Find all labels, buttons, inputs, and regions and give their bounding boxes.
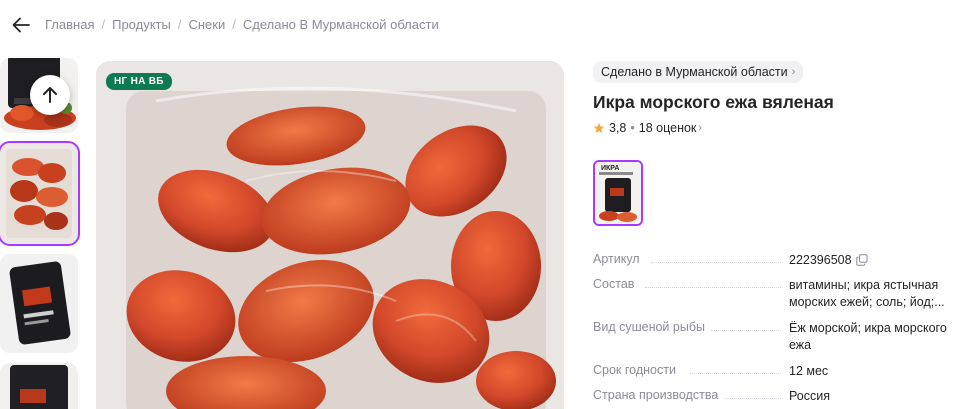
variant-thumb[interactable]: ИКРА bbox=[593, 160, 643, 226]
spec-label: Срок годности bbox=[593, 363, 676, 377]
star-icon bbox=[593, 123, 605, 133]
spec-leader bbox=[651, 262, 781, 263]
rating-separator: • bbox=[630, 121, 635, 135]
reviews-link[interactable]: 18 оценок › bbox=[639, 121, 702, 135]
spec-leader bbox=[645, 287, 781, 288]
brand-link[interactable]: Сделано в Мурманской области › bbox=[593, 61, 804, 83]
spec-label: Страна производства bbox=[593, 388, 719, 402]
spec-label: Артикул bbox=[593, 252, 640, 266]
spec-value: Россия bbox=[789, 389, 830, 403]
breadcrumb-item-snacks[interactable]: Снеки bbox=[188, 17, 225, 32]
thumb-image bbox=[0, 143, 78, 244]
chevron-right-icon: › bbox=[698, 122, 703, 134]
article-number[interactable]: 222396508 bbox=[789, 253, 852, 267]
breadcrumb-separator: / bbox=[177, 17, 182, 32]
thumb-image bbox=[0, 363, 78, 409]
breadcrumb-item-home[interactable]: Главная bbox=[45, 17, 94, 32]
variant-image: ИКРА bbox=[595, 162, 641, 224]
reviews-count: 18 оценок bbox=[638, 121, 697, 135]
spec-label: Состав bbox=[593, 277, 635, 291]
promo-badge: НГ НА ВБ bbox=[106, 73, 172, 90]
gallery-thumb-2[interactable] bbox=[0, 141, 80, 246]
breadcrumb-item-products[interactable]: Продукты bbox=[112, 17, 171, 32]
gallery-scroll-up-button[interactable] bbox=[30, 75, 70, 115]
arrow-left-icon bbox=[12, 17, 30, 33]
spec-leader bbox=[725, 398, 781, 399]
breadcrumb-item-murmansk[interactable]: Сделано В Мурманской области bbox=[243, 17, 439, 32]
gallery-thumb-4[interactable] bbox=[0, 363, 78, 409]
variant-label: ИКРА bbox=[601, 165, 619, 172]
breadcrumb-separator: / bbox=[232, 17, 236, 32]
rating-value: 3,8 bbox=[609, 121, 627, 135]
spec-leader bbox=[689, 373, 781, 374]
spec-label: Вид сушеной рыбы bbox=[593, 320, 705, 334]
brand-name: Сделано в Мурманской области bbox=[601, 65, 788, 79]
product-title: Икра морского ежа вяленая bbox=[593, 92, 834, 112]
gallery-thumb-3[interactable] bbox=[0, 254, 78, 353]
thumb-image bbox=[0, 254, 78, 353]
main-product-image[interactable] bbox=[96, 61, 564, 409]
spec-value: витамины; икра ястычная морских ежей; со… bbox=[789, 278, 945, 309]
spec-value: 222396508 bbox=[789, 252, 960, 269]
breadcrumb-separator: / bbox=[101, 17, 106, 32]
product-photo bbox=[96, 61, 564, 409]
back-button[interactable] bbox=[10, 14, 32, 36]
breadcrumb: Главная / Продукты / Снеки / Сделано В М… bbox=[45, 17, 439, 32]
spec-leader bbox=[711, 330, 781, 331]
chevron-right-icon: › bbox=[791, 66, 796, 78]
product-rating: 3,8 • 18 оценок › bbox=[593, 121, 702, 135]
arrow-up-icon bbox=[43, 87, 57, 103]
spec-value: 12 мес bbox=[789, 364, 829, 378]
copy-icon[interactable] bbox=[855, 254, 868, 266]
spec-value: Ёж морской; икра морского ежа bbox=[789, 321, 947, 352]
